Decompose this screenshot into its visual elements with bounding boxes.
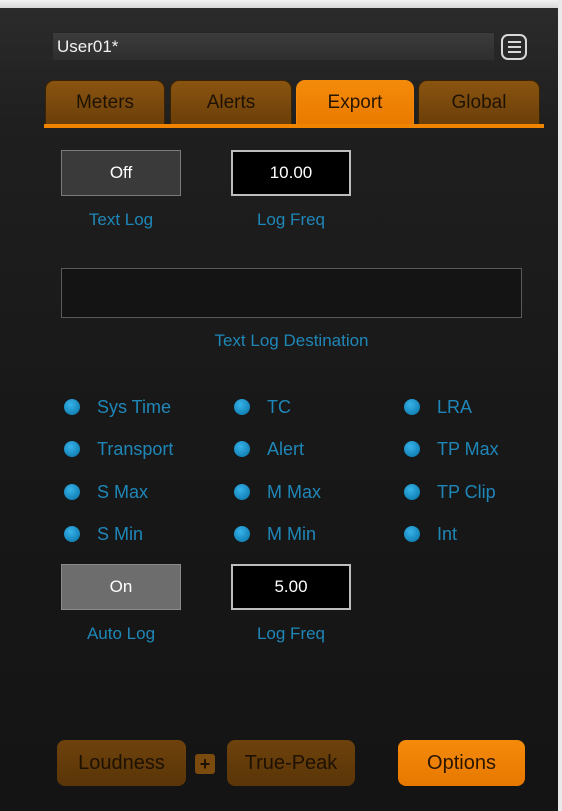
option-m-min[interactable]: M Min (234, 522, 316, 546)
option-label: TP Max (437, 438, 499, 459)
hamburger-menu-icon[interactable] (501, 34, 527, 60)
radio-dot-icon (64, 526, 80, 542)
option-tp-clip[interactable]: TP Clip (404, 480, 496, 504)
auto-log-freq-field[interactable]: 5.00 (231, 564, 351, 610)
option-sys-time[interactable]: Sys Time (64, 395, 171, 419)
tab-global[interactable]: Global (418, 80, 540, 124)
export-panel: User01* Meters Alerts Export Global Off … (0, 0, 562, 811)
options-button[interactable]: Options (398, 740, 525, 786)
text-log-toggle[interactable]: Off (61, 150, 181, 196)
tab-underline (44, 124, 544, 128)
option-label: S Min (97, 523, 144, 544)
option-lra[interactable]: LRA (404, 395, 472, 419)
option-label: Int (437, 523, 458, 544)
radio-dot-icon (404, 399, 420, 415)
true-peak-button[interactable]: True-Peak (227, 740, 355, 786)
auto-log-freq-label: Log Freq (256, 624, 326, 643)
auto-log-toggle[interactable]: On (61, 564, 181, 610)
radio-dot-icon (234, 484, 250, 500)
radio-dot-icon (64, 441, 80, 457)
radio-dot-icon (64, 399, 80, 415)
text-log-freq-field[interactable]: 10.00 (231, 150, 351, 196)
loudness-button[interactable]: Loudness (57, 740, 186, 786)
text-log-destination-label: Text Log Destination (214, 331, 369, 350)
option-label: Alert (267, 438, 305, 459)
radio-dot-icon (404, 441, 420, 457)
radio-dot-icon (234, 399, 250, 415)
option-label: TP Clip (437, 481, 496, 502)
option-tc[interactable]: TC (234, 395, 291, 419)
menu-line (507, 46, 521, 48)
radio-dot-icon (234, 526, 250, 542)
text-log-destination-field[interactable] (61, 268, 522, 318)
tab-meters[interactable]: Meters (45, 80, 165, 124)
radio-dot-icon (404, 484, 420, 500)
option-int[interactable]: Int (404, 522, 457, 546)
option-label: M Min (267, 523, 316, 544)
menu-line (507, 51, 521, 53)
plus-icon[interactable]: + (195, 754, 215, 774)
text-log-freq-label: Log Freq (256, 210, 326, 229)
option-label: LRA (437, 396, 473, 417)
option-tp-max[interactable]: TP Max (404, 437, 499, 461)
option-label: M Max (267, 481, 321, 502)
tab-alerts[interactable]: Alerts (170, 80, 292, 124)
option-label: Transport (97, 438, 174, 459)
option-label: Sys Time (97, 396, 172, 417)
text-log-label: Text Log (88, 210, 154, 229)
option-label: TC (267, 396, 291, 417)
preset-name-field[interactable]: User01* (52, 32, 495, 61)
option-label: S Max (97, 481, 149, 502)
option-s-max[interactable]: S Max (64, 480, 148, 504)
tab-export[interactable]: Export (296, 80, 414, 124)
radio-dot-icon (234, 441, 250, 457)
option-m-max[interactable]: M Max (234, 480, 321, 504)
radio-dot-icon (64, 484, 80, 500)
option-s-min[interactable]: S Min (64, 522, 143, 546)
option-transport[interactable]: Transport (64, 437, 173, 461)
menu-line (507, 41, 521, 43)
auto-log-label: Auto Log (86, 624, 156, 643)
radio-dot-icon (404, 526, 420, 542)
option-alert[interactable]: Alert (234, 437, 304, 461)
